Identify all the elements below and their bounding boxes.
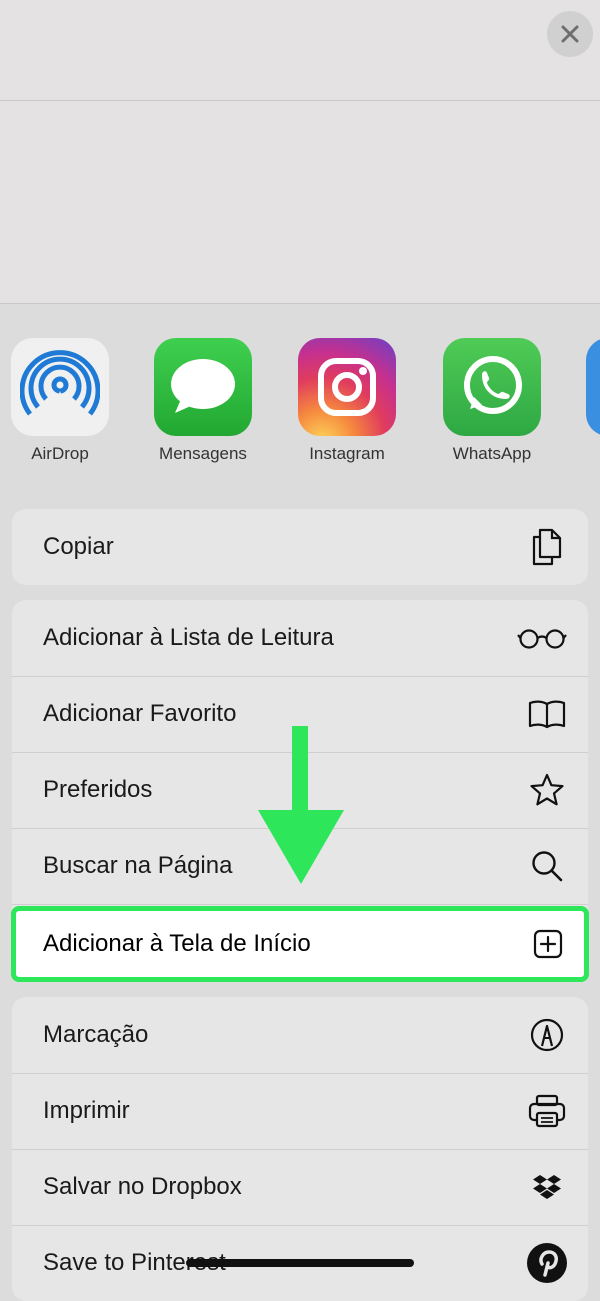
book-icon [526,693,568,735]
whatsapp-icon [443,338,541,436]
printer-icon [526,1090,568,1132]
app-whatsapp[interactable]: WhatsApp [432,338,552,464]
dropbox-icon [526,1166,568,1208]
pinterest-icon [526,1242,568,1284]
app-label: Mensagens [159,444,247,463]
action-label: Salvar no Dropbox [43,1173,242,1200]
action-markup[interactable]: Marcação [12,997,588,1073]
app-instagram[interactable]: Instagram [287,338,407,464]
annotation-arrow [258,726,344,884]
app-messages[interactable]: Mensagens [143,338,263,464]
action-label: Buscar na Página [43,852,233,879]
plus-square-icon [527,923,569,965]
action-add-to-home-screen[interactable]: Adicionar à Tela de Início [11,906,589,982]
instagram-icon [298,338,396,436]
magnifier-icon [526,845,568,887]
action-print[interactable]: Imprimir [12,1073,588,1149]
action-group-extensions: Marcação Imprimir Salvar no Dropbox Save… [12,997,588,1301]
messages-icon [154,338,252,436]
home-indicator [186,1259,414,1267]
action-label: Adicionar à Lista de Leitura [43,624,334,651]
action-label: Preferidos [43,776,153,803]
markup-icon [526,1014,568,1056]
action-label: Adicionar à Tela de Início [43,930,311,957]
action-label: Imprimir [43,1097,130,1124]
divider [0,100,600,101]
app-label: AirDrop [31,444,89,463]
app-airdrop[interactable]: AirDrop [0,338,120,464]
page-preview [0,0,600,304]
action-label: Adicionar Favorito [43,700,237,727]
app-share-row: AirDrop Mensagens Instagram WhatsApp [0,304,600,488]
app-label: Instagram [309,444,385,463]
action-dropbox[interactable]: Salvar no Dropbox [12,1149,588,1225]
star-icon [526,769,568,811]
app-partial-tile[interactable] [586,338,600,436]
action-reading-list[interactable]: Adicionar à Lista de Leitura [12,600,588,676]
action-label: Marcação [43,1021,149,1048]
action-copy[interactable]: Copiar [12,509,588,585]
close-button[interactable] [547,11,593,57]
action-group-copy: Copiar [12,509,588,585]
glasses-icon [516,617,568,659]
airdrop-icon [11,338,109,436]
copy-icon [526,526,568,568]
action-label: Copiar [43,533,114,560]
app-label: WhatsApp [452,444,532,463]
xmark-icon [561,25,579,43]
